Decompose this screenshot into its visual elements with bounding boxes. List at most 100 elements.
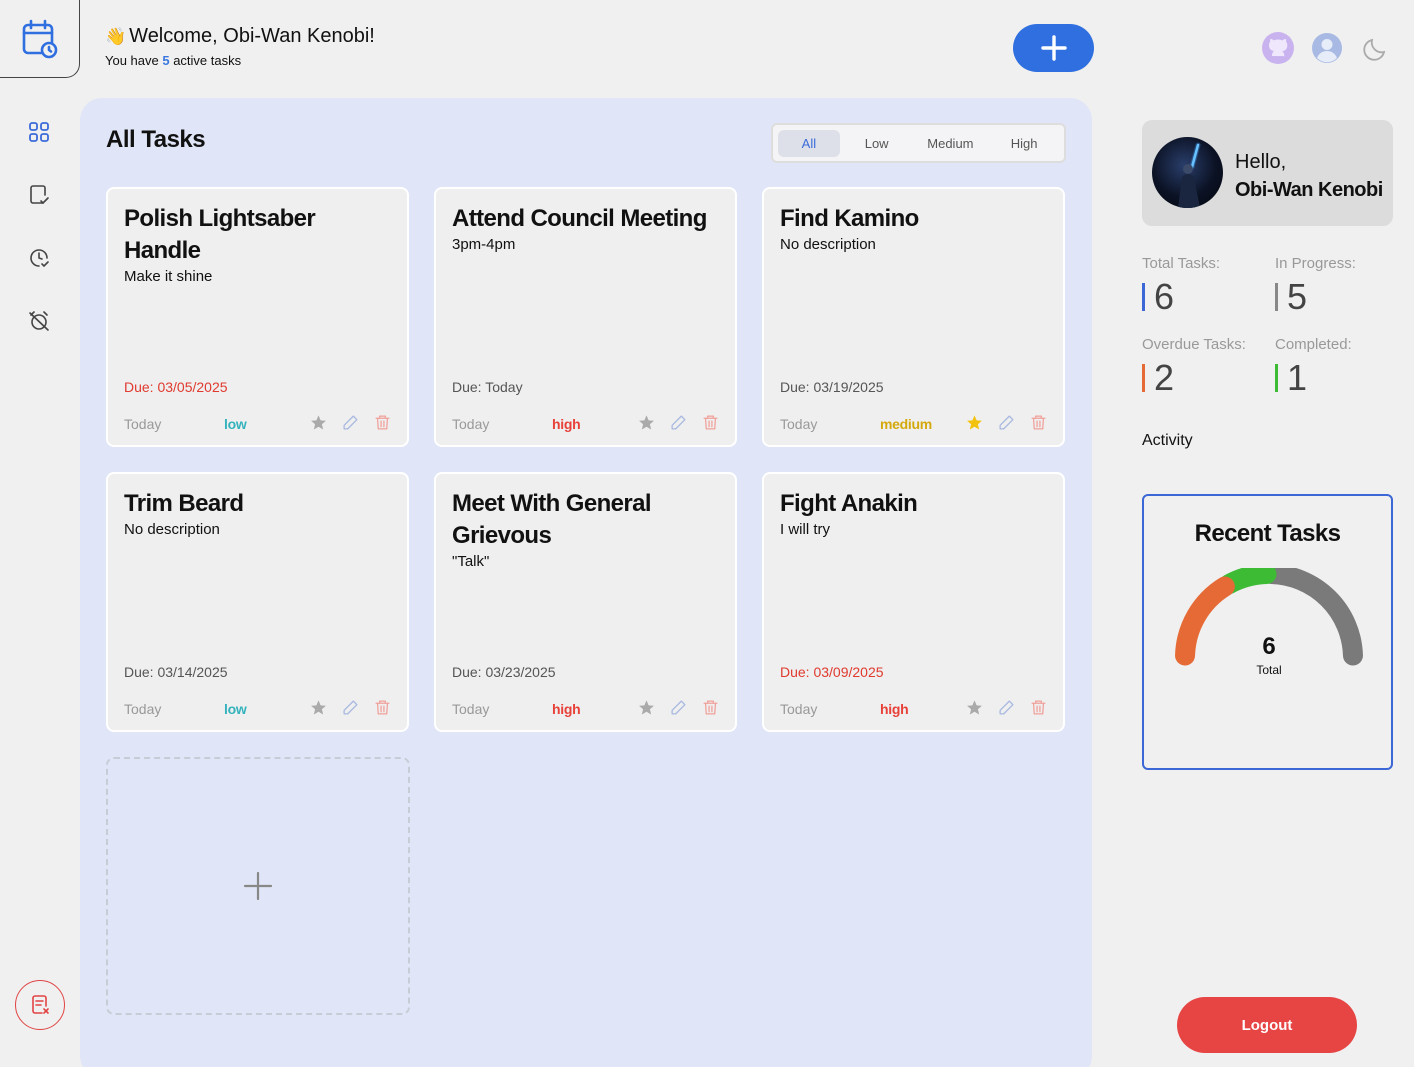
page-title: All Tasks bbox=[106, 126, 206, 153]
logout-button[interactable]: Logout bbox=[1177, 997, 1357, 1053]
trash-icon[interactable] bbox=[702, 414, 719, 431]
clock-check-icon bbox=[30, 248, 49, 267]
gauge-segment-completed bbox=[1219, 568, 1277, 595]
trash-icon[interactable] bbox=[1030, 699, 1047, 716]
star-icon[interactable] bbox=[638, 699, 655, 716]
task-created-date: Today bbox=[124, 416, 162, 432]
task-priority: medium bbox=[880, 416, 932, 432]
welcome-text: Welcome, Obi-Wan Kenobi! bbox=[129, 25, 375, 47]
user-icon bbox=[1312, 33, 1342, 63]
filter-all[interactable]: All bbox=[778, 129, 840, 157]
header-actions bbox=[1262, 32, 1392, 64]
gauge-segment-remaining bbox=[1261, 568, 1363, 666]
active-tasks-summary: You have 5 active tasks bbox=[105, 53, 242, 68]
sidebar-item-pending[interactable] bbox=[0, 226, 78, 289]
edit-icon[interactable] bbox=[670, 699, 687, 716]
delete-all-button[interactable] bbox=[15, 980, 65, 1030]
github-link[interactable] bbox=[1262, 32, 1294, 64]
task-priority: low bbox=[224, 416, 247, 432]
filter-low[interactable]: Low bbox=[842, 130, 912, 157]
moon-icon bbox=[1363, 38, 1386, 61]
recent-tasks-card: Recent Tasks 6 Total bbox=[1142, 494, 1393, 770]
edit-icon[interactable] bbox=[998, 414, 1015, 431]
sidebar-item-overdue[interactable] bbox=[0, 289, 78, 352]
task-card[interactable]: Trim Beard No description Due: 03/14/2025 T… bbox=[106, 472, 409, 732]
star-icon[interactable] bbox=[966, 699, 983, 716]
task-description: I will try bbox=[780, 521, 830, 538]
star-icon[interactable] bbox=[966, 414, 983, 431]
add-task-card[interactable] bbox=[106, 757, 410, 1015]
recent-tasks-title: Recent Tasks bbox=[1194, 520, 1341, 547]
task-due-date: Due: 03/14/2025 bbox=[124, 664, 228, 680]
task-created-date: Today bbox=[124, 701, 162, 717]
profile-card: Hello, Obi-Wan Kenobi bbox=[1142, 120, 1393, 226]
active-task-count: 5 bbox=[162, 53, 170, 68]
gauge-total-value: 6 bbox=[1262, 633, 1275, 660]
wave-icon: 👋 bbox=[105, 26, 127, 46]
task-card[interactable]: Attend Council Meeting 3pm-4pm Due: Today T… bbox=[434, 187, 737, 447]
stat-overdue-value: 2 bbox=[1154, 357, 1175, 398]
sidebar-item-completed[interactable] bbox=[0, 163, 78, 226]
task-card[interactable]: Fight Anakin I will try Due: 03/09/2025 Tod… bbox=[762, 472, 1065, 732]
recent-tasks-gauge: 6 Total bbox=[1175, 568, 1363, 677]
task-due-date: Due: Today bbox=[452, 379, 523, 395]
profile-link[interactable] bbox=[1311, 32, 1343, 64]
task-created-date: Today bbox=[452, 701, 490, 717]
activity-heading: Activity bbox=[1142, 432, 1193, 449]
trash-icon[interactable] bbox=[702, 699, 719, 716]
task-description: No description bbox=[124, 521, 220, 538]
theme-toggle[interactable] bbox=[1360, 32, 1392, 64]
gauge-total-label: Total bbox=[1256, 663, 1281, 677]
profile-greeting: Hello, bbox=[1235, 151, 1287, 173]
edit-icon[interactable] bbox=[342, 699, 359, 716]
stat-completed-value: 1 bbox=[1287, 357, 1308, 398]
edit-icon[interactable] bbox=[342, 414, 359, 431]
calendar-clock-icon bbox=[22, 19, 57, 58]
avatar bbox=[1152, 137, 1223, 208]
task-due-date: Due: 03/19/2025 bbox=[780, 379, 884, 395]
profile-name: Obi-Wan Kenobi bbox=[1235, 179, 1383, 201]
task-title: Trim Beard bbox=[124, 490, 244, 517]
task-priority: high bbox=[880, 701, 909, 717]
sidebar-nav bbox=[0, 100, 78, 352]
trash-icon[interactable] bbox=[374, 699, 391, 716]
trash-icon[interactable] bbox=[374, 414, 391, 431]
stat-in-progress-value: 5 bbox=[1287, 276, 1308, 317]
task-due-date: Due: 03/23/2025 bbox=[452, 664, 556, 680]
task-title: Find Kamino bbox=[780, 205, 919, 232]
document-x-icon bbox=[32, 995, 49, 1014]
stat-total: Total Tasks: 6 bbox=[1142, 255, 1221, 317]
task-description: "Talk" bbox=[452, 553, 490, 570]
task-card[interactable]: Find Kamino No description Due: 03/19/2025… bbox=[762, 187, 1065, 447]
task-created-date: Today bbox=[780, 416, 818, 432]
task-description: No description bbox=[780, 236, 876, 253]
task-description: Make it shine bbox=[124, 268, 213, 285]
stat-overdue: Overdue Tasks: 2 bbox=[1142, 336, 1246, 398]
task-priority: high bbox=[552, 416, 581, 432]
add-task-button[interactable] bbox=[1013, 24, 1094, 72]
edit-icon[interactable] bbox=[670, 414, 687, 431]
filter-high[interactable]: High bbox=[989, 130, 1059, 157]
task-card[interactable]: Polish Lightsaber Handle Make it shine Due… bbox=[106, 187, 409, 447]
trash-icon[interactable] bbox=[1030, 414, 1047, 431]
file-check-icon bbox=[30, 184, 49, 204]
star-icon[interactable] bbox=[310, 699, 327, 716]
gauge-segment-overdue bbox=[1175, 576, 1235, 666]
task-created-date: Today bbox=[452, 416, 490, 432]
task-created-date: Today bbox=[780, 701, 818, 717]
github-icon bbox=[1262, 32, 1294, 64]
app-logo[interactable] bbox=[0, 0, 80, 78]
task-priority: high bbox=[552, 701, 581, 717]
plus-icon bbox=[243, 871, 273, 901]
grid-icon bbox=[29, 121, 49, 142]
star-icon[interactable] bbox=[310, 414, 327, 431]
star-icon[interactable] bbox=[638, 414, 655, 431]
task-card[interactable]: Meet With General Grievous "Talk" Due: 03/… bbox=[434, 472, 737, 732]
filter-medium[interactable]: Medium bbox=[914, 130, 988, 157]
task-priority: low bbox=[224, 701, 247, 717]
edit-icon[interactable] bbox=[998, 699, 1015, 716]
priority-filter: All Low Medium High bbox=[771, 123, 1066, 163]
task-description: 3pm-4pm bbox=[452, 236, 516, 253]
stat-total-value: 6 bbox=[1154, 276, 1175, 317]
sidebar-item-all-tasks[interactable] bbox=[0, 100, 78, 163]
